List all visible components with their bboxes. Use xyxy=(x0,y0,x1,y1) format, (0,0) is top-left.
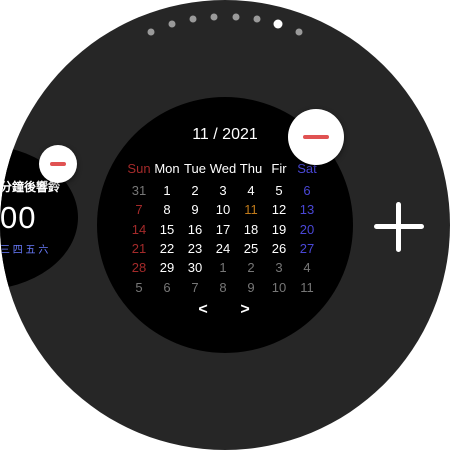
page-dot xyxy=(210,13,218,21)
calendar-weekday-header: Sun Mon Tue Wed Thu Fir Sat xyxy=(125,159,321,179)
weekday-label: Sun xyxy=(127,161,151,176)
calendar-day[interactable]: 13 xyxy=(293,200,321,220)
calendar-day[interactable]: 27 xyxy=(293,239,321,259)
calendar-day[interactable]: 17 xyxy=(209,220,237,240)
calendar-day[interactable]: 9 xyxy=(181,200,209,220)
calendar-day[interactable]: 10 xyxy=(265,278,293,298)
calendar-day[interactable]: 3 xyxy=(209,181,237,201)
calendar-day[interactable]: 23 xyxy=(181,239,209,259)
calendar-day[interactable]: 18 xyxy=(237,220,265,240)
calendar-day[interactable]: 4 xyxy=(293,258,321,278)
calendar-day[interactable]: 5 xyxy=(125,278,153,298)
calendar-day[interactable]: 24 xyxy=(209,239,237,259)
calendar-week-row: 31 1 2 3 4 5 6 xyxy=(125,181,321,201)
calendar-day[interactable]: 6 xyxy=(153,278,181,298)
calendar-day[interactable]: 15 xyxy=(153,220,181,240)
plus-icon-vertical xyxy=(396,202,401,252)
page-dot xyxy=(232,13,240,21)
calendar-day[interactable]: 7 xyxy=(181,278,209,298)
calendar-day[interactable]: 8 xyxy=(153,200,181,220)
calendar-day[interactable]: 11 xyxy=(237,200,265,220)
alarm-toggle[interactable] xyxy=(0,266,4,280)
calendar-day[interactable]: 2 xyxy=(237,258,265,278)
calendar-day[interactable]: 9 xyxy=(237,278,265,298)
calendar-day[interactable]: 6 xyxy=(293,181,321,201)
calendar-day[interactable]: 7 xyxy=(125,200,153,220)
calendar-day[interactable]: 11 xyxy=(293,278,321,298)
alarm-days: 三 四 五 六 xyxy=(0,245,49,256)
calendar-day[interactable]: 21 xyxy=(125,239,153,259)
calendar-day[interactable]: 3 xyxy=(265,258,293,278)
calendar-day[interactable]: 19 xyxy=(265,220,293,240)
calendar-day[interactable]: 28 xyxy=(125,258,153,278)
minus-icon xyxy=(50,162,66,166)
page-dot xyxy=(147,28,155,36)
calendar-day[interactable]: 26 xyxy=(265,239,293,259)
page-dot xyxy=(295,28,303,36)
page-dot xyxy=(189,15,197,23)
watch-face: 分鐘後響鈴 00 三 四 五 六 11 / 2021 Sun Mon Tue Wed T… xyxy=(0,0,450,450)
calendar-week-row: 7 8 9 10 11 12 13 xyxy=(125,200,321,220)
page-dot xyxy=(168,20,176,28)
previous-month-button[interactable]: < xyxy=(193,301,213,319)
weekday-label: Fir xyxy=(271,161,287,176)
calendar-week-row: 21 22 23 24 25 26 27 xyxy=(125,239,321,259)
calendar-day[interactable]: 29 xyxy=(153,258,181,278)
calendar-day[interactable]: 2 xyxy=(181,181,209,201)
next-month-button[interactable]: > xyxy=(235,301,255,319)
calendar-day[interactable]: 10 xyxy=(209,200,237,220)
remove-calendar-tile-button[interactable] xyxy=(288,109,344,165)
weekday-label: Tue xyxy=(184,161,206,176)
calendar-day[interactable]: 20 xyxy=(293,220,321,240)
calendar-day[interactable]: 25 xyxy=(237,239,265,259)
page-dot xyxy=(253,15,261,23)
calendar-week-row: 28 29 30 1 2 3 4 xyxy=(125,258,321,278)
calendar-day[interactable]: 5 xyxy=(265,181,293,201)
weekday-label: Mon xyxy=(154,161,180,176)
calendar-day[interactable]: 22 xyxy=(153,239,181,259)
calendar-week-row: 5 6 7 8 9 10 11 xyxy=(125,278,321,298)
calendar-day[interactable]: 16 xyxy=(181,220,209,240)
alarm-time: 00 xyxy=(0,200,37,235)
calendar-day[interactable]: 4 xyxy=(237,181,265,201)
weekday-label: Wed xyxy=(209,161,237,176)
minus-icon xyxy=(303,135,329,139)
calendar-day[interactable]: 30 xyxy=(181,258,209,278)
weekday-label: Thu xyxy=(239,161,263,176)
calendar-week-row: 14 15 16 17 18 19 20 xyxy=(125,220,321,240)
calendar-day[interactable]: 12 xyxy=(265,200,293,220)
calendar-day[interactable]: 14 xyxy=(125,220,153,240)
calendar-day[interactable]: 8 xyxy=(209,278,237,298)
calendar-day[interactable]: 31 xyxy=(125,181,153,201)
calendar-day[interactable]: 1 xyxy=(209,258,237,278)
add-tile-button[interactable] xyxy=(374,202,424,252)
page-dot xyxy=(273,19,283,29)
calendar-day[interactable]: 1 xyxy=(153,181,181,201)
page-indicator xyxy=(0,0,450,60)
remove-alarm-tile-button[interactable] xyxy=(39,145,77,183)
